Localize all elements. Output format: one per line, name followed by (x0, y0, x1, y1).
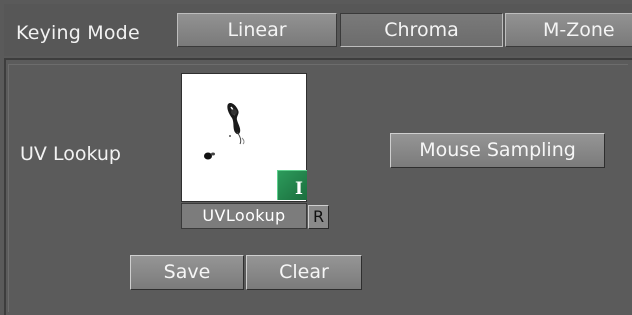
reset-button[interactable]: R (308, 205, 329, 229)
keying-mode-label: Keying Mode (16, 22, 140, 44)
save-button[interactable]: Save (130, 255, 244, 290)
mode-button-linear[interactable]: Linear (177, 13, 337, 47)
mouse-sampling-button[interactable]: Mouse Sampling (390, 133, 605, 168)
info-badge-icon: I (277, 170, 307, 200)
mode-button-m-zone[interactable]: M-Zone (505, 13, 632, 47)
uv-lookup-caption: UVLookup (181, 203, 307, 229)
keying-panel: Keying Mode Linear Chroma M-Zone UV Look… (0, 0, 632, 315)
uv-lookup-label: UV Lookup (20, 143, 121, 165)
clear-button[interactable]: Clear (246, 255, 362, 290)
mode-button-chroma[interactable]: Chroma (340, 13, 503, 47)
